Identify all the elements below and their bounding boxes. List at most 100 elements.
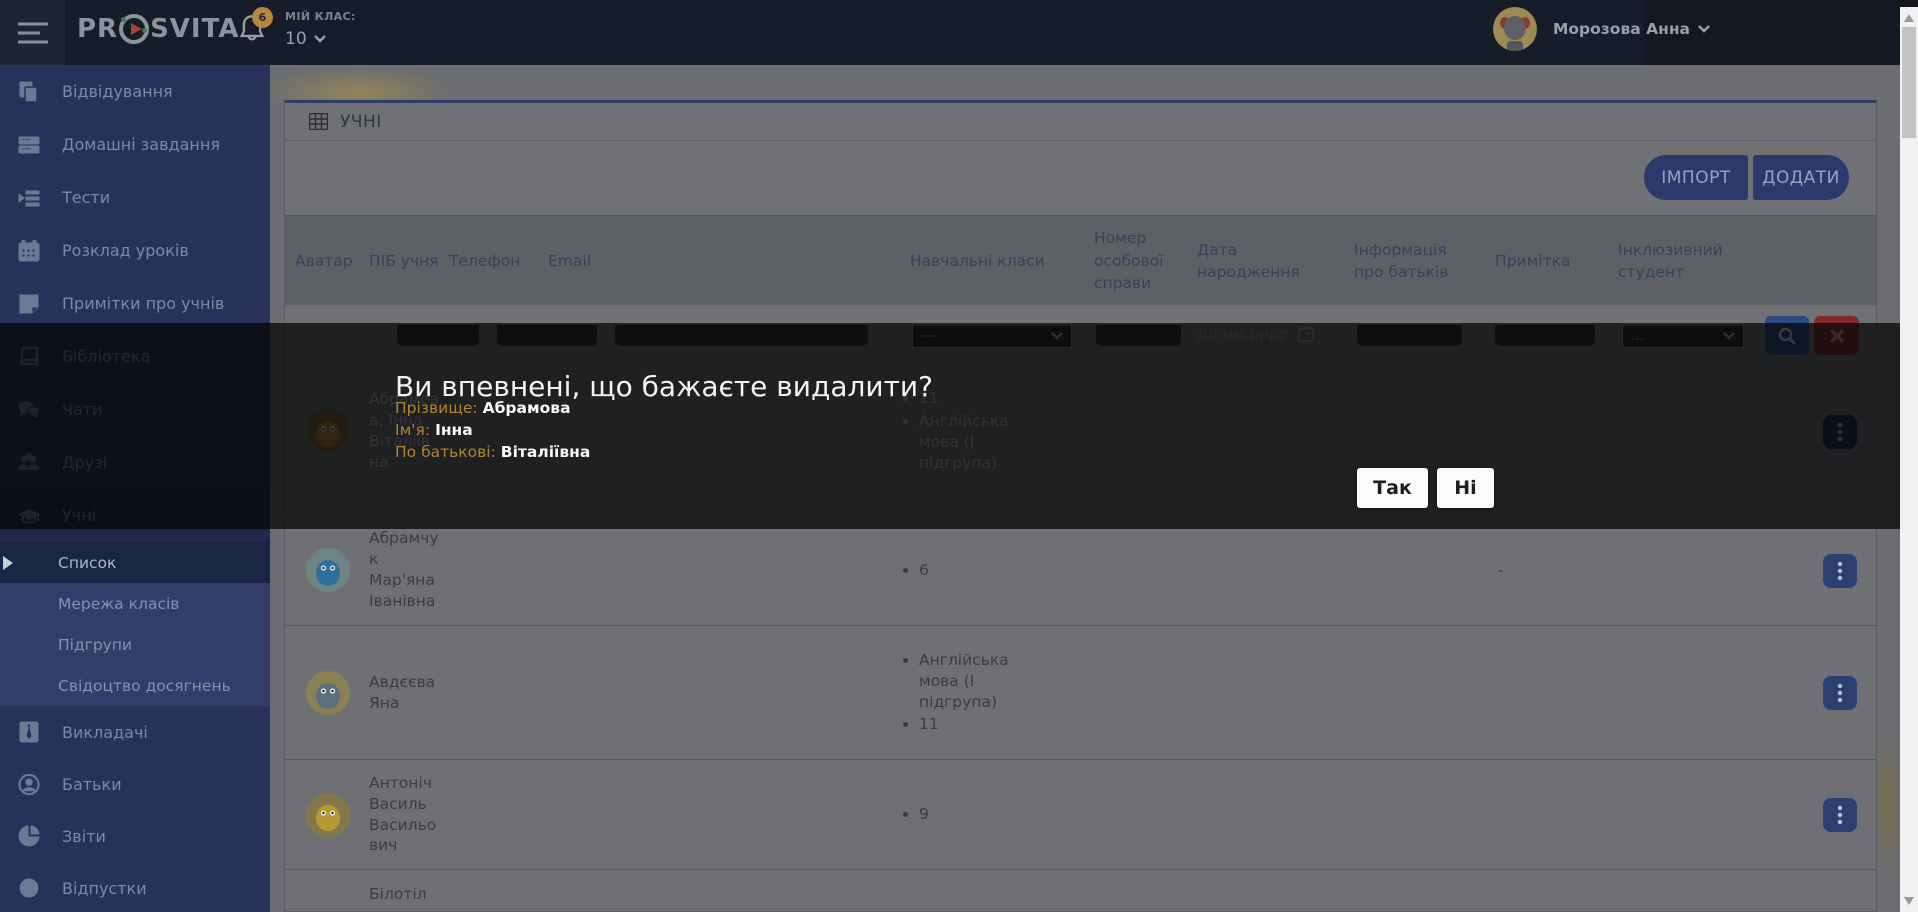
- confirm-no-button[interactable]: Ні: [1437, 468, 1494, 508]
- field-label: Ім'я:: [395, 421, 430, 439]
- avatar-cell: [305, 515, 361, 625]
- field-label: По батькові:: [395, 443, 496, 461]
- scroll-up-arrow-icon[interactable]: [1904, 14, 1914, 22]
- avatar-cell: [305, 626, 361, 759]
- column-header-8[interactable]: Інформація про батьків: [1354, 216, 1478, 306]
- table-row: Білотіл: [285, 870, 1876, 911]
- student-classes: Англійська мова (І підгрупа)11: [903, 626, 1033, 759]
- scrollbar-thumb[interactable]: [1902, 27, 1916, 138]
- student-name: Антоніч Василь Васильович: [369, 760, 439, 869]
- sidebar-item-label: Розклад уроків: [62, 241, 189, 260]
- notification-badge: 6: [252, 7, 273, 28]
- brand-play-icon: [119, 14, 149, 44]
- table-row: Антоніч Василь Васильович 9: [285, 760, 1876, 870]
- my-class-dropdown[interactable]: МІЙ КЛАС: 10: [285, 10, 356, 49]
- avatar: [1493, 7, 1537, 51]
- hamburger-icon: [18, 22, 48, 44]
- student-avatar-illustration: [305, 670, 351, 716]
- chevron-down-icon: [314, 35, 326, 43]
- sidebar-item-merezha-klasiv[interactable]: Мережа класів: [0, 583, 270, 624]
- sidebar-item-label: Батьки: [62, 775, 122, 794]
- sidebar-item-spysok[interactable]: Список: [0, 542, 270, 583]
- import-button[interactable]: ІМПОРТ: [1644, 155, 1748, 200]
- app-root: PR SVITA 6 МІЙ КЛАС: 10 Морозова Анна Від…: [0, 0, 1918, 912]
- column-header-5[interactable]: Навчальні класи: [910, 216, 1080, 306]
- student-avatar-illustration: [305, 792, 351, 838]
- column-header-9[interactable]: Примітка: [1495, 216, 1595, 306]
- column-header-6[interactable]: Номер особової справи: [1094, 216, 1186, 306]
- avatar-cell: [305, 760, 361, 869]
- tie-icon: [18, 721, 40, 743]
- column-header-4[interactable]: Email: [548, 216, 668, 306]
- add-button[interactable]: ДОДАТИ: [1753, 155, 1849, 200]
- sidebar-item-label: Список: [58, 554, 116, 572]
- column-header-10[interactable]: Інклюзивний студент: [1618, 216, 1758, 306]
- field-value: Абрамова: [483, 399, 571, 417]
- row-actions-button[interactable]: [1823, 798, 1857, 832]
- confirm-field-surname: Прізвище: Абрамова: [395, 399, 571, 417]
- sidebar-item-label: Викладачі: [62, 723, 148, 742]
- sidebar-item-vykladachi[interactable]: Викладачі: [0, 706, 270, 758]
- student-note: -: [1498, 515, 1504, 625]
- column-header-3[interactable]: Телефон: [449, 216, 541, 306]
- notifications-button[interactable]: 6: [238, 14, 278, 54]
- column-header-2[interactable]: ПІБ учня: [369, 216, 439, 306]
- sidebar-item-label: Відвідування: [62, 82, 173, 101]
- student-name: Авдєєва Яна: [369, 626, 439, 759]
- dot-icon: [18, 877, 40, 899]
- field-label: Прізвище:: [395, 399, 478, 417]
- table-row: Авдєєва Яна Англійська мова (І підгрупа)1…: [285, 626, 1876, 760]
- kebab-menu-icon: [1837, 683, 1843, 703]
- student-classes: 6: [903, 515, 1033, 625]
- student-name: Абрамчук Мар'яна Іванівна: [369, 515, 439, 625]
- scroll-down-arrow-icon[interactable]: [1904, 897, 1914, 905]
- sidebar-item-testy[interactable]: Тести: [0, 171, 270, 224]
- my-class-value: 10: [285, 29, 307, 49]
- user-circle-icon: [18, 773, 40, 796]
- avatar-cell: [305, 870, 361, 911]
- confirm-field-patronymic: По батькові: Віталіївна: [395, 443, 590, 461]
- table-header: АватарПІБ учняТелефонEmail Навчальні клас…: [285, 215, 1876, 305]
- sidebar-item-pidhrupy[interactable]: Підгрупи: [0, 624, 270, 665]
- sidebar-item-batky[interactable]: Батьки: [0, 758, 270, 810]
- field-value: Інна: [435, 421, 473, 439]
- scrollbar[interactable]: [1900, 0, 1918, 912]
- sidebar-item-vidviduvannia[interactable]: Відвідування: [0, 65, 270, 118]
- menu-toggle-button[interactable]: [0, 0, 65, 65]
- kebab-menu-icon: [1837, 805, 1843, 825]
- student-name: Білотіл: [369, 870, 439, 911]
- row-actions-button[interactable]: [1823, 554, 1857, 588]
- class-item: 9: [919, 804, 929, 825]
- pie-icon: [18, 825, 40, 847]
- sidebar-item-domashni-zavdannia[interactable]: Домашні завдання: [0, 118, 270, 171]
- brand-pr: PR: [77, 14, 118, 44]
- row-actions-button[interactable]: [1823, 676, 1857, 710]
- class-item: 6: [919, 560, 929, 581]
- class-item: Англійська мова (І підгрупа): [919, 650, 1033, 713]
- confirm-yes-button[interactable]: Так: [1357, 468, 1428, 508]
- kebab-menu-icon: [1837, 561, 1843, 581]
- sidebar-item-vidpustky[interactable]: Відпустки: [0, 862, 270, 912]
- sidebar-item-zvity[interactable]: Звіти: [0, 810, 270, 862]
- sidebar-item-label: Домашні завдання: [62, 135, 220, 154]
- confirm-field-firstname: Ім'я: Інна: [395, 421, 473, 439]
- brand-logo[interactable]: PR SVITA: [77, 14, 239, 44]
- table-row: Абрамчук Мар'яна Іванівна 6 -: [285, 515, 1876, 626]
- user-menu[interactable]: Морозова Анна: [1493, 7, 1710, 51]
- class-item: 11: [919, 714, 1033, 735]
- sidebar-item-label: Тести: [62, 188, 110, 207]
- sidebar-item-label: Свідоцтво досягнень: [58, 677, 231, 695]
- sidebar-item-label: Примітки про учнів: [62, 294, 224, 313]
- brand-svita: SVITA: [150, 14, 239, 44]
- list-icon: [18, 134, 40, 156]
- field-value: Віталіївна: [501, 443, 591, 461]
- column-header-7[interactable]: Дата народження: [1197, 216, 1317, 306]
- sidebar-item-label: Відпустки: [62, 879, 147, 898]
- sidebar-item-rozklad-urokiv[interactable]: Розклад уроків: [0, 224, 270, 277]
- modal-backdrop: [0, 323, 1900, 529]
- sidebar-item-label: Підгрупи: [58, 636, 132, 654]
- sidebar-item-svidotstvo-dosiahnen[interactable]: Свідоцтво досягнень: [0, 665, 270, 706]
- column-header-1[interactable]: Аватар: [295, 216, 359, 306]
- table-icon: [309, 113, 328, 130]
- sidebar-item-label: Звіти: [62, 827, 106, 846]
